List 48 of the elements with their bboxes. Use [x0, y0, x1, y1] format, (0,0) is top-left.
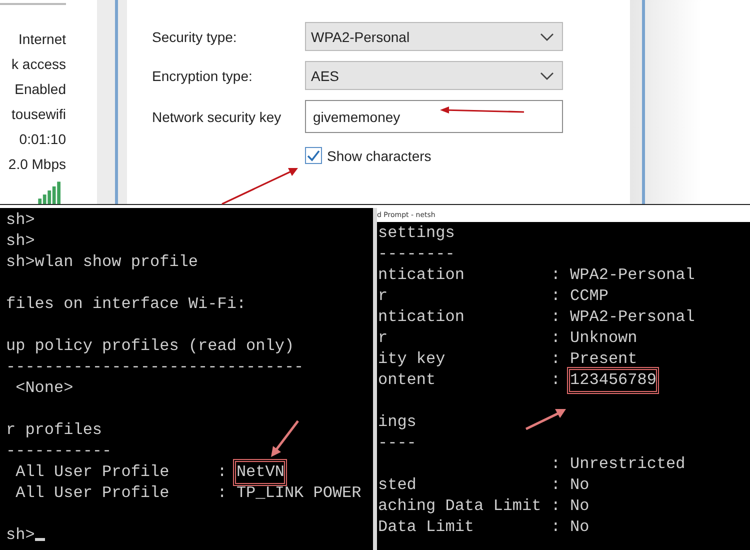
highlighted-value: NetVN: [233, 459, 288, 486]
checkbox[interactable]: [305, 147, 322, 164]
terminal-text: r profiles: [6, 421, 102, 439]
arrow-icon: [525, 408, 567, 430]
terminal-text: -----------: [6, 442, 112, 460]
checkbox-label: Show characters: [327, 148, 432, 164]
chevron-icon: [540, 32, 554, 40]
arrow-icon: [440, 106, 526, 116]
terminal-text: ontent :: [378, 371, 562, 389]
terminal-text: sh>: [6, 526, 35, 544]
field-label: Encryption type:: [152, 68, 254, 84]
terminal-text: sh>: [6, 211, 35, 229]
dropdown[interactable]: WPA2-Personal: [305, 22, 563, 51]
terminal-text: All User Profile : TP_LINK POWER: [14, 484, 362, 502]
terminal-text: up policy profiles (read only): [6, 337, 294, 355]
terminal-text: ntication : WPA2-Personal: [378, 266, 695, 284]
terminal-text: aching Data Limit : No: [378, 497, 590, 515]
dropdown[interactable]: AES: [305, 61, 563, 90]
terminal-text: ings: [378, 413, 416, 431]
terminal-text: sh>: [6, 232, 35, 250]
arrow-icon: [270, 420, 300, 458]
terminal-text: r : CCMP: [378, 287, 608, 305]
terminal-text: : Unrestricted: [550, 455, 686, 473]
terminal-text: Data Limit : No: [378, 518, 590, 536]
terminal-text: sted : No: [378, 476, 590, 494]
status-value: Enabled: [14, 80, 66, 99]
terminal-text: All User Profile :: [14, 463, 228, 481]
status-value: 2.0 Mbps: [8, 155, 66, 174]
status-value: tousewifi: [12, 105, 66, 124]
chevron-icon: [540, 72, 554, 80]
terminal-text: ntication : WPA2-Personal: [378, 308, 695, 326]
terminal-text: sh>wlan show profile: [6, 253, 198, 271]
status-value: k access: [12, 55, 66, 74]
terminal-text: files on interface Wi-Fi:: [6, 295, 246, 313]
terminal-text: settings: [378, 224, 455, 242]
arrow-icon: [220, 166, 300, 206]
terminal-text: --------: [378, 245, 455, 263]
field-label: Security type:: [152, 28, 238, 44]
terminal-text: r : Unknown: [378, 329, 638, 347]
status-value: 0:01:10: [19, 130, 66, 149]
terminal-text: <None>: [14, 379, 74, 397]
highlighted-value: 123456789: [567, 367, 660, 394]
key-field[interactable]: givememoney: [305, 100, 563, 133]
status-value: Internet: [18, 30, 66, 49]
terminal-text: ----: [378, 434, 416, 452]
terminal-text: -------------------------------: [6, 358, 304, 376]
terminal-text: ity key : Present: [378, 350, 638, 368]
field-label: Network security key: [152, 108, 282, 124]
